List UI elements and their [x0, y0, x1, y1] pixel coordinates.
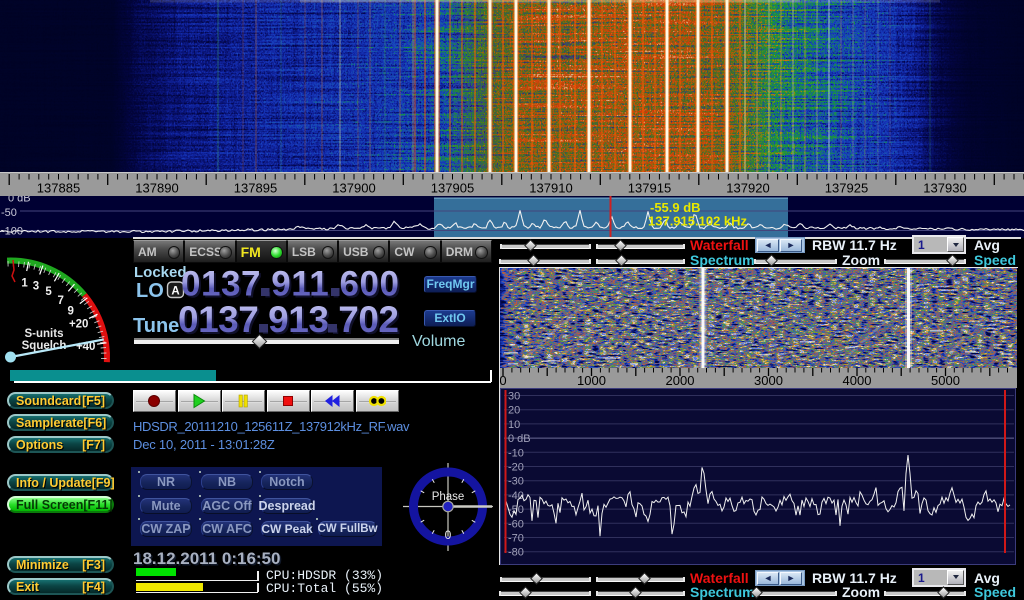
- svg-text:137885: 137885: [37, 181, 80, 196]
- svg-text:10: 10: [508, 419, 520, 431]
- svg-text:-30: -30: [508, 476, 524, 488]
- svg-text:0: 0: [500, 373, 507, 388]
- svg-text:137900: 137900: [332, 181, 375, 196]
- svg-text:-50: -50: [1, 207, 17, 219]
- svg-text:137930: 137930: [923, 181, 966, 196]
- svg-text:S-units: S-units: [25, 328, 64, 340]
- svg-text:1: 1: [21, 277, 28, 289]
- svg-text:9: 9: [67, 306, 73, 318]
- svg-text:5000: 5000: [931, 373, 960, 388]
- svg-text:137920: 137920: [726, 181, 769, 196]
- svg-text:137905: 137905: [431, 181, 474, 196]
- svg-text:3000: 3000: [754, 373, 783, 388]
- svg-text:A: A: [171, 286, 179, 298]
- svg-text:137.915.102 kHz: 137.915.102 kHz: [648, 214, 748, 229]
- svg-text:5: 5: [45, 286, 52, 298]
- svg-text:137895: 137895: [234, 181, 277, 196]
- svg-text:0 dB: 0 dB: [8, 196, 31, 205]
- svg-text:Phase: Phase: [432, 491, 465, 503]
- svg-text:4000: 4000: [843, 373, 872, 388]
- svg-text:30: 30: [508, 391, 520, 403]
- svg-text:137910: 137910: [529, 181, 572, 196]
- svg-text:-10: -10: [508, 447, 524, 459]
- svg-text:2000: 2000: [666, 373, 695, 388]
- svg-text:-20: -20: [508, 462, 524, 474]
- svg-text:-80: -80: [508, 547, 524, 559]
- svg-text:137890: 137890: [135, 181, 178, 196]
- svg-text:137915: 137915: [628, 181, 671, 196]
- svg-text:0137.911.600: 0137.911.600: [181, 265, 399, 304]
- svg-text:0: 0: [445, 528, 452, 542]
- svg-text:LO: LO: [136, 280, 164, 302]
- svg-text:-70: -70: [508, 533, 524, 545]
- svg-text:137925: 137925: [825, 181, 868, 196]
- svg-text:3: 3: [33, 280, 39, 292]
- svg-text:-60: -60: [508, 518, 524, 530]
- svg-text:0137.913.702: 0137.913.702: [178, 299, 399, 340]
- svg-text:+20: +20: [69, 318, 89, 330]
- svg-text:1000: 1000: [577, 373, 606, 388]
- svg-text:Locked: Locked: [134, 264, 187, 281]
- svg-text:0 dB: 0 dB: [508, 433, 531, 445]
- svg-text:20: 20: [508, 405, 520, 417]
- svg-text:7: 7: [57, 295, 63, 307]
- svg-text:Tune: Tune: [133, 315, 179, 337]
